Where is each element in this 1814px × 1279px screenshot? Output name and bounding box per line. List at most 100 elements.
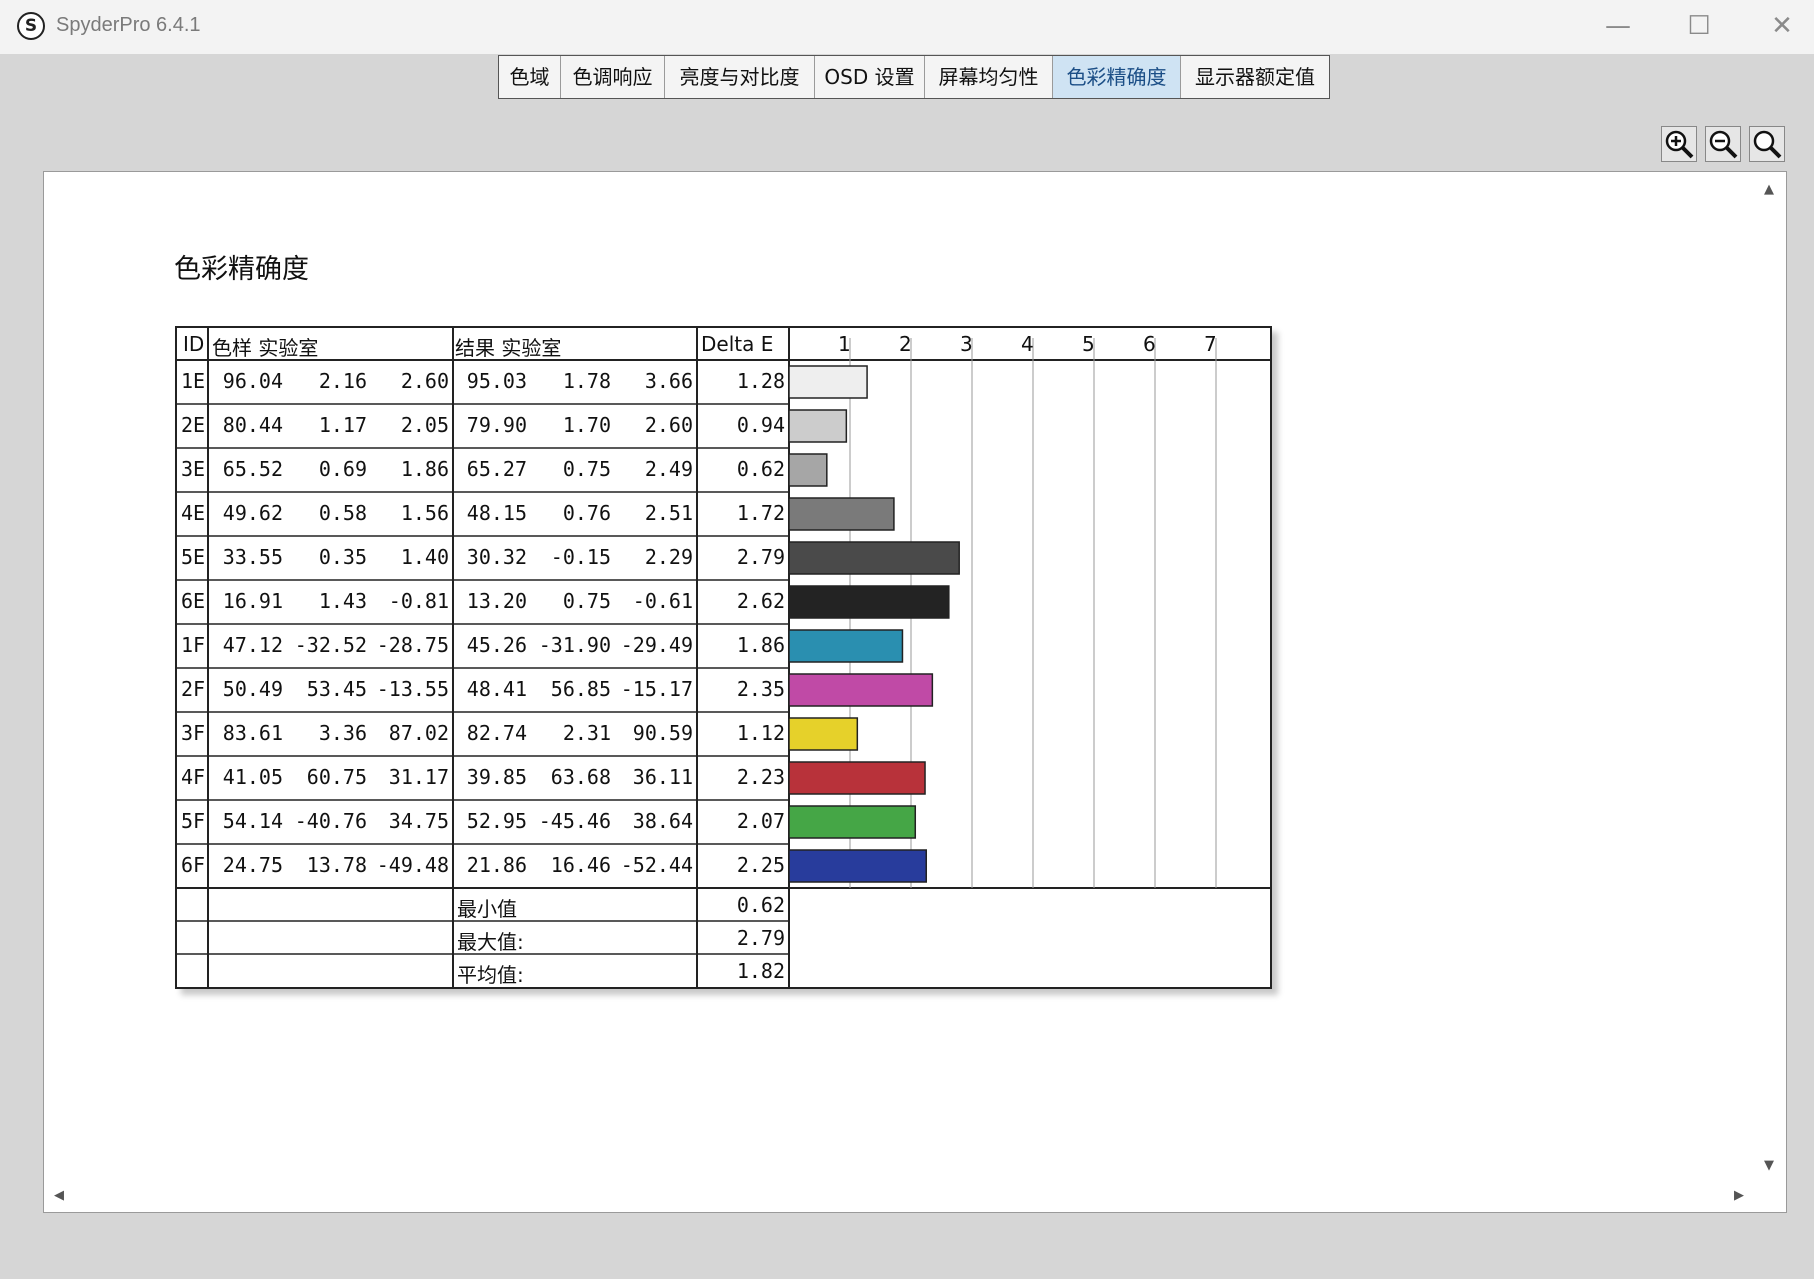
- result-lab-value: 52.95: [466, 809, 527, 833]
- close-button[interactable]: ✕: [1760, 8, 1804, 44]
- row-id: 4F: [180, 765, 206, 789]
- result-lab-value: 90.59: [632, 721, 693, 745]
- row-id: 3F: [180, 721, 206, 745]
- sample-lab-value: 16.91: [222, 589, 283, 613]
- delta-e-bar-6f: [788, 849, 927, 883]
- sample-lab-value: 47.12: [222, 633, 283, 657]
- delta-e-value: 2.23: [736, 765, 785, 789]
- result-lab-value: 79.90: [466, 413, 527, 437]
- delta-e-bar-4f: [788, 761, 926, 795]
- tab-tone-response[interactable]: 色调响应: [561, 56, 665, 98]
- sample-lab-value: 2.60: [400, 369, 449, 393]
- row-id: 2F: [180, 677, 206, 701]
- sample-lab-value: 2.05: [400, 413, 449, 437]
- chart-tick-1: 1: [838, 332, 851, 356]
- row-id: 2E: [180, 413, 206, 437]
- delta-e-value: 0.62: [736, 457, 785, 481]
- result-lab-value: 30.32: [466, 545, 527, 569]
- scroll-left-arrow-icon[interactable]: ◀: [54, 1188, 64, 1203]
- sample-lab-value: 34.75: [388, 809, 449, 833]
- delta-e-bar-4e: [788, 497, 895, 531]
- spyder-logo-icon: S: [17, 12, 45, 40]
- tab-display-rating[interactable]: 显示器额定值: [1181, 56, 1329, 98]
- sample-lab-value: 96.04: [222, 369, 283, 393]
- zoom-fit-icon[interactable]: [1749, 126, 1785, 162]
- delta-e-value: 1.86: [736, 633, 785, 657]
- tab-color-gamut[interactable]: 色域: [499, 56, 561, 98]
- zoom-out-icon[interactable]: [1705, 126, 1741, 162]
- sample-lab-value: 80.44: [222, 413, 283, 437]
- delta-e-bar-3f: [788, 717, 859, 751]
- sample-lab-value: -13.55: [376, 677, 449, 701]
- sample-lab-value: 3.36: [318, 721, 367, 745]
- sample-lab-value: 0.58: [318, 501, 367, 525]
- sample-lab-value: 87.02: [388, 721, 449, 745]
- delta-e-value: 2.35: [736, 677, 785, 701]
- sample-lab-value: 49.62: [222, 501, 283, 525]
- result-lab-value: 45.26: [466, 633, 527, 657]
- sample-lab-value: 31.17: [388, 765, 449, 789]
- sample-lab-value: 65.52: [222, 457, 283, 481]
- scroll-down-arrow-icon[interactable]: ▼: [1764, 1158, 1774, 1173]
- result-lab-value: -0.15: [550, 545, 611, 569]
- tab-brightness-contrast[interactable]: 亮度与对比度: [665, 56, 815, 98]
- result-lab-value: -45.46: [538, 809, 611, 833]
- sample-lab-value: 50.49: [222, 677, 283, 701]
- header-result: 结果 实验室: [455, 336, 562, 360]
- sample-lab-value: 0.35: [318, 545, 367, 569]
- summary-value: 0.62: [736, 893, 785, 917]
- sample-lab-value: 1.43: [318, 589, 367, 613]
- delta-e-bar-1f: [788, 629, 904, 663]
- sample-lab-value: 54.14: [222, 809, 283, 833]
- chart-tick-4: 4: [1021, 332, 1034, 356]
- result-lab-value: 1.78: [562, 369, 611, 393]
- result-lab-value: 0.75: [562, 457, 611, 481]
- row-id: 6E: [180, 589, 206, 613]
- result-lab-value: 21.86: [466, 853, 527, 877]
- zoom-in-icon[interactable]: [1661, 126, 1697, 162]
- result-lab-value: 2.60: [644, 413, 693, 437]
- minimize-button[interactable]: —: [1596, 8, 1640, 44]
- summary-value: 1.82: [736, 959, 785, 983]
- result-lab-value: 13.20: [466, 589, 527, 613]
- scroll-up-arrow-icon[interactable]: ▲: [1764, 182, 1774, 197]
- sample-lab-value: 83.61: [222, 721, 283, 745]
- tab-color-accuracy[interactable]: 色彩精确度: [1053, 56, 1181, 98]
- sample-lab-value: 53.45: [306, 677, 367, 701]
- row-id: 1E: [180, 369, 206, 393]
- sample-lab-value: -28.75: [376, 633, 449, 657]
- result-lab-value: 39.85: [466, 765, 527, 789]
- chart-tick-3: 3: [960, 332, 973, 356]
- sample-lab-value: 60.75: [306, 765, 367, 789]
- summary-label: 最小值: [457, 897, 517, 921]
- delta-e-bar-1e: [788, 365, 868, 399]
- result-lab-value: 38.64: [632, 809, 693, 833]
- header-sample: 色样 实验室: [212, 336, 319, 360]
- result-lab-value: 95.03: [466, 369, 527, 393]
- sample-lab-value: -49.48: [376, 853, 449, 877]
- sample-lab-value: 41.05: [222, 765, 283, 789]
- sample-lab-value: 1.17: [318, 413, 367, 437]
- header-id: ID: [183, 332, 205, 356]
- sample-lab-value: 1.40: [400, 545, 449, 569]
- scroll-right-arrow-icon[interactable]: ▶: [1734, 1188, 1744, 1203]
- delta-e-value: 1.12: [736, 721, 785, 745]
- tab-screen-uniformity[interactable]: 屏幕均匀性: [925, 56, 1053, 98]
- tab-osd-settings[interactable]: OSD 设置: [815, 56, 925, 98]
- result-lab-value: -52.44: [620, 853, 693, 877]
- result-lab-value: 63.68: [550, 765, 611, 789]
- result-lab-value: -31.90: [538, 633, 611, 657]
- sample-lab-value: -0.81: [388, 589, 449, 613]
- result-lab-value: 1.70: [562, 413, 611, 437]
- result-lab-value: 48.41: [466, 677, 527, 701]
- result-lab-value: 36.11: [632, 765, 693, 789]
- row-id: 5E: [180, 545, 206, 569]
- maximize-button[interactable]: ☐: [1677, 8, 1721, 44]
- tab-bar: 色域 色调响应 亮度与对比度 OSD 设置 屏幕均匀性 色彩精确度 显示器额定值: [498, 55, 1330, 99]
- row-id: 5F: [180, 809, 206, 833]
- delta-e-bar-2f: [788, 673, 934, 707]
- sample-lab-value: -32.52: [294, 633, 367, 657]
- result-lab-value: -15.17: [620, 677, 693, 701]
- delta-e-value: 1.72: [736, 501, 785, 525]
- delta-e-bar-5e: [788, 541, 960, 575]
